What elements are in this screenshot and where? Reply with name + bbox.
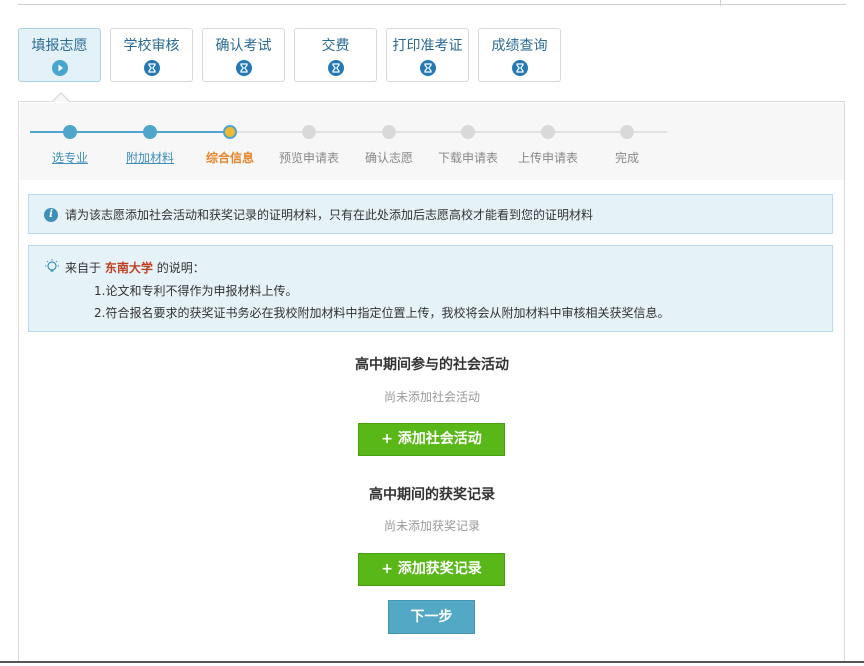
note-heading: 来自于 东南大学 的说明： bbox=[65, 260, 205, 276]
university-name: 东南大学 bbox=[104, 261, 153, 275]
tab-label: 确认考试 bbox=[215, 38, 272, 54]
top-divider-tick bbox=[720, 0, 721, 6]
top-divider bbox=[18, 4, 846, 5]
note-suffix: 的说明： bbox=[156, 261, 205, 275]
step-complete: 完成 bbox=[614, 151, 639, 165]
hourglass-icon bbox=[512, 60, 528, 76]
next-step-button[interactable]: 下一步 bbox=[388, 600, 475, 634]
awards-empty-text: 尚未添加获奖记录 bbox=[383, 519, 480, 533]
play-icon bbox=[52, 60, 68, 76]
top-bar bbox=[0, 0, 864, 8]
tab-score-query[interactable]: 成绩查询 bbox=[478, 28, 561, 82]
progress-track-done bbox=[30, 131, 223, 133]
step-dot-todo bbox=[620, 125, 634, 139]
hourglass-icon bbox=[144, 60, 160, 76]
tab-pointer-fill bbox=[53, 94, 69, 102]
step-select-major[interactable]: 选专业 bbox=[25, 150, 115, 166]
note-prefix: 来自于 bbox=[65, 261, 102, 275]
bottom-border bbox=[0, 661, 864, 663]
step-dot-current bbox=[223, 125, 237, 139]
add-award-button[interactable]: + 添加获奖记录 bbox=[358, 553, 505, 586]
step-dot-todo bbox=[382, 125, 396, 139]
activities-empty-text: 尚未添加社会活动 bbox=[383, 390, 480, 404]
note-line-1: 1.论文和专利不得作为申报材料上传。 bbox=[94, 284, 298, 298]
info-icon: i bbox=[44, 208, 58, 222]
tab-payment[interactable]: 交费 bbox=[294, 28, 377, 82]
tab-school-review[interactable]: 学校审核 bbox=[110, 28, 193, 82]
step-dot-done bbox=[63, 125, 77, 139]
step-dot-done bbox=[143, 125, 157, 139]
step-confirm-application: 确认志愿 bbox=[364, 151, 413, 165]
step-dot-todo bbox=[461, 125, 475, 139]
info-text: 请为该志愿添加社会活动和获奖记录的证明材料，只有在此处添加后志愿高校才能看到您的… bbox=[65, 208, 594, 222]
university-note: 来自于 东南大学 的说明： 1.论文和专利不得作为申报材料上传。 2.符合报名要… bbox=[28, 245, 833, 332]
add-activity-button[interactable]: + 添加社会活动 bbox=[358, 423, 505, 456]
step-upload-application: 上传申请表 bbox=[517, 151, 578, 165]
tab-label: 交费 bbox=[321, 38, 350, 54]
step-dot-todo bbox=[302, 125, 316, 139]
hourglass-icon bbox=[420, 60, 436, 76]
step-progress-bar: 选专业 附加材料 综合信息 预览申请表 确认志愿 下载申请表 上传申请表 完成 bbox=[20, 103, 844, 180]
tab-label: 填报志愿 bbox=[31, 38, 88, 54]
hourglass-icon bbox=[328, 60, 344, 76]
step-comprehensive-info: 综合信息 bbox=[205, 151, 254, 165]
step-download-application: 下载申请表 bbox=[437, 151, 498, 165]
note-line-2: 2.符合报名要求的获奖证书务必在我校附加材料中指定位置上传，我校将会从附加材料中… bbox=[94, 306, 670, 320]
step-preview-application: 预览申请表 bbox=[278, 151, 339, 165]
step-dot-todo bbox=[541, 125, 555, 139]
tab-confirm-exam[interactable]: 确认考试 bbox=[202, 28, 285, 82]
awards-title: 高中期间的获奖记录 bbox=[369, 487, 495, 503]
tab-print-admission-ticket[interactable]: 打印准考证 bbox=[386, 28, 469, 82]
info-banner: i 请为该志愿添加社会活动和获奖记录的证明材料，只有在此处添加后志愿高校才能看到… bbox=[28, 194, 833, 234]
tab-fill-application[interactable]: 填报志愿 bbox=[18, 28, 101, 82]
tab-label: 成绩查询 bbox=[491, 38, 548, 54]
activities-title: 高中期间参与的社会活动 bbox=[355, 357, 509, 373]
step-additional-materials[interactable]: 附加材料 bbox=[105, 150, 195, 166]
lightbulb-icon bbox=[43, 258, 61, 279]
tab-label: 学校审核 bbox=[123, 38, 180, 54]
hourglass-icon bbox=[236, 60, 252, 76]
tab-label: 打印准考证 bbox=[392, 38, 463, 54]
